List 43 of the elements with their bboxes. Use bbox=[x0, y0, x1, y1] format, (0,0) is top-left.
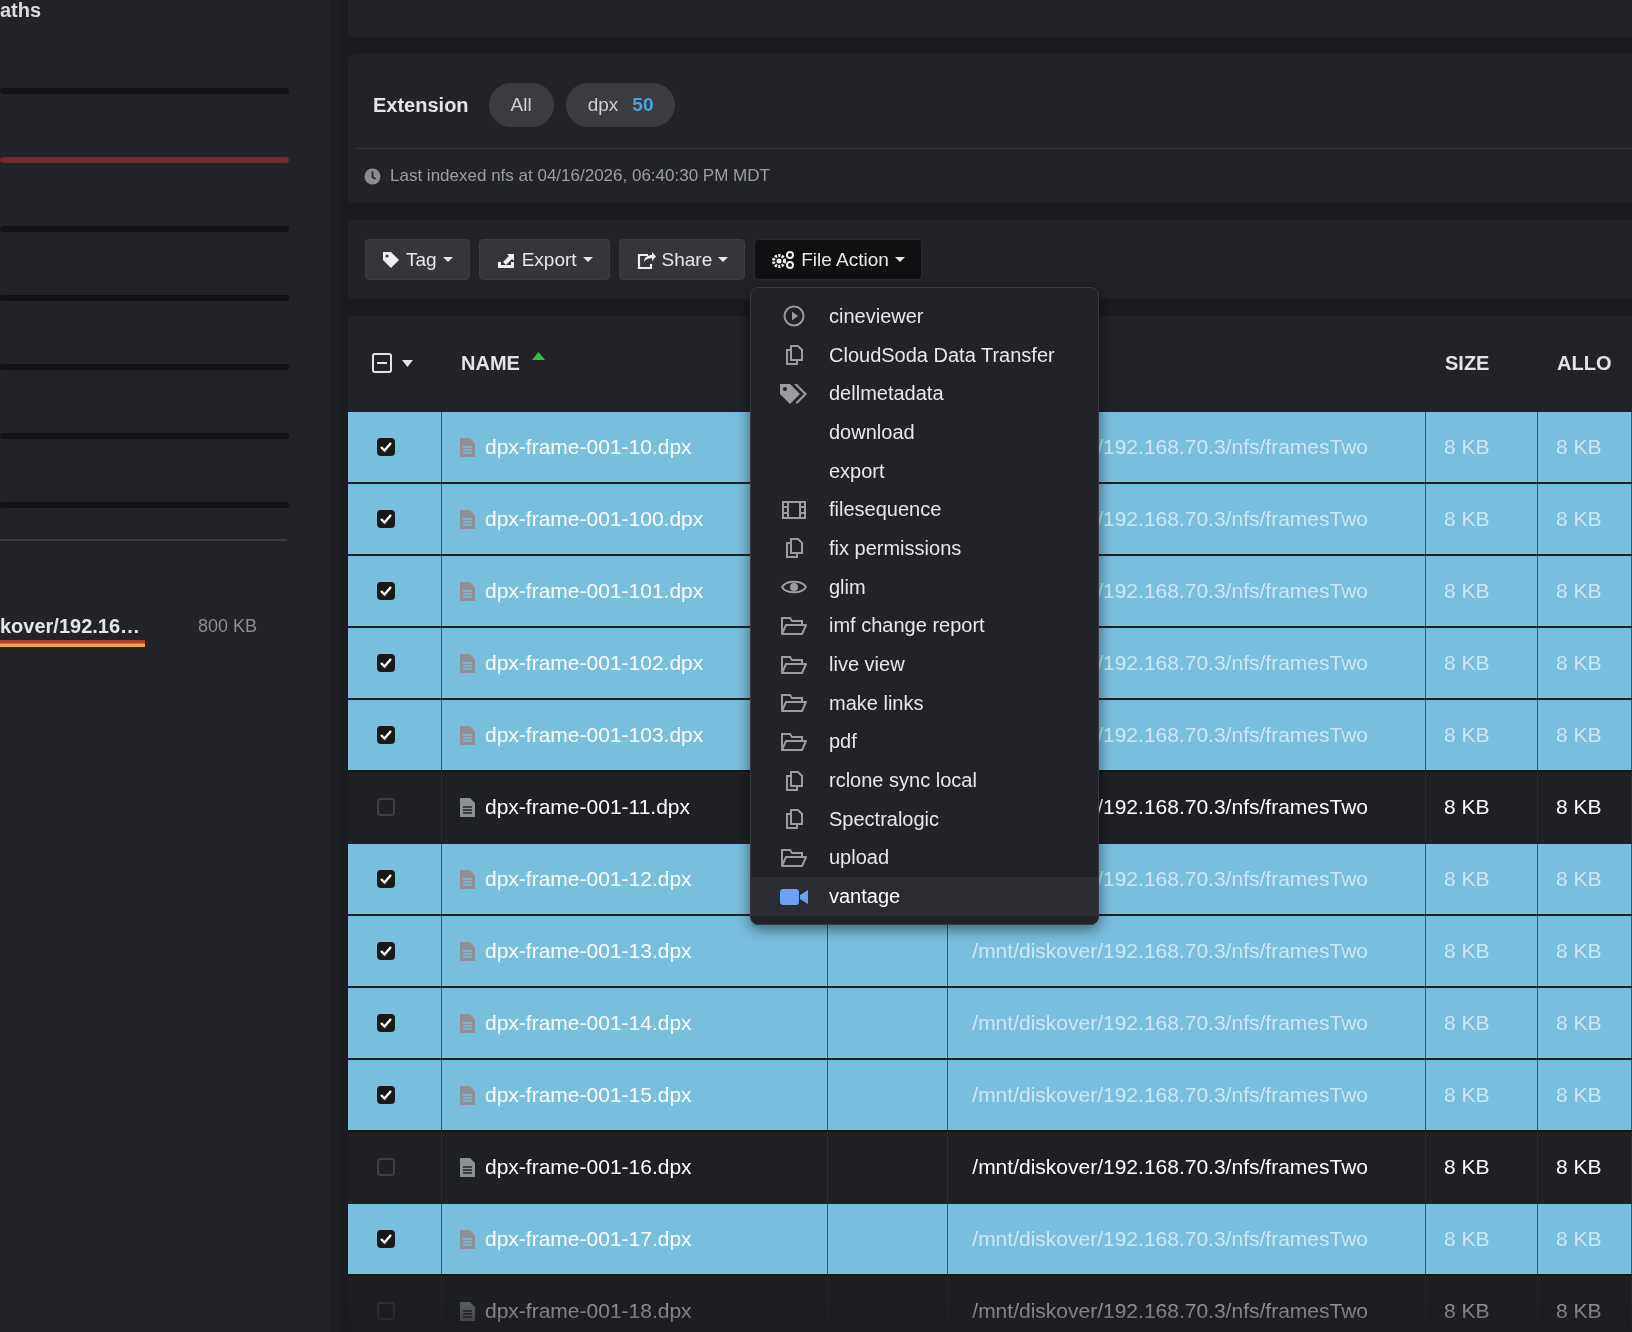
file-path: /mnt/diskover/192.168.70.3/nfs/framesTwo bbox=[972, 1227, 1368, 1251]
file-path: /192.168.70.3/nfs/framesTwo bbox=[1097, 867, 1368, 891]
file-size: 8 KB bbox=[1444, 1227, 1490, 1251]
file-path: /192.168.70.3/nfs/framesTwo bbox=[1097, 795, 1368, 819]
file-path: /mnt/diskover/192.168.70.3/nfs/framesTwo bbox=[972, 1083, 1368, 1107]
allocated-size: 8 KB bbox=[1556, 723, 1602, 747]
file-size: 8 KB bbox=[1444, 1011, 1490, 1035]
sidebar-title: aths bbox=[0, 0, 43, 20]
file-size: 8 KB bbox=[1444, 507, 1490, 531]
allocated-size: 8 KB bbox=[1556, 651, 1602, 675]
file-size: 8 KB bbox=[1444, 1083, 1490, 1107]
allocated-size: 8 KB bbox=[1556, 1083, 1602, 1107]
allocated-size: 8 KB bbox=[1556, 795, 1602, 819]
allocated-size: 8 KB bbox=[1556, 939, 1602, 963]
file-size: 8 KB bbox=[1444, 435, 1490, 459]
file-path: /mnt/diskover/192.168.70.3/nfs/framesTwo bbox=[972, 1155, 1368, 1179]
file-size: 8 KB bbox=[1444, 1155, 1490, 1179]
file-path: /192.168.70.3/nfs/framesTwo bbox=[1097, 651, 1368, 675]
allocated-size: 8 KB bbox=[1556, 1227, 1602, 1251]
allocated-size: 8 KB bbox=[1556, 1299, 1602, 1323]
allocated-size: 8 KB bbox=[1556, 435, 1602, 459]
file-path: /192.168.70.3/nfs/framesTwo bbox=[1097, 579, 1368, 603]
file-path: /mnt/diskover/192.168.70.3/nfs/framesTwo bbox=[972, 1299, 1368, 1323]
file-path: /mnt/diskover/192.168.70.3/nfs/framesTwo bbox=[972, 1011, 1368, 1035]
filter-label: Extension bbox=[373, 93, 469, 117]
file-size: 8 KB bbox=[1444, 867, 1490, 891]
file-size: 8 KB bbox=[1444, 723, 1490, 747]
allocated-size: 8 KB bbox=[1556, 507, 1602, 531]
allocated-size: 8 KB bbox=[1556, 1011, 1602, 1035]
allocated-size: 8 KB bbox=[1556, 579, 1602, 603]
file-path: /192.168.70.3/nfs/framesTwo bbox=[1097, 723, 1368, 747]
file-size: 8 KB bbox=[1444, 795, 1490, 819]
file-size: 8 KB bbox=[1444, 1299, 1490, 1323]
allocated-size: 8 KB bbox=[1556, 1155, 1602, 1179]
file-size: 8 KB bbox=[1444, 651, 1490, 675]
allocated-size: 8 KB bbox=[1556, 867, 1602, 891]
file-path: /mnt/diskover/192.168.70.3/nfs/framesTwo bbox=[972, 939, 1368, 963]
file-size: 8 KB bbox=[1444, 939, 1490, 963]
file-path: /192.168.70.3/nfs/framesTwo bbox=[1097, 435, 1368, 459]
index-status: Last indexed nfs at 04/16/2026, 06:40:30 PM MDT bbox=[390, 166, 770, 186]
file-size: 8 KB bbox=[1444, 579, 1490, 603]
file-path: /192.168.70.3/nfs/framesTwo bbox=[1097, 507, 1368, 531]
size-label: 800 KB bbox=[198, 616, 258, 637]
